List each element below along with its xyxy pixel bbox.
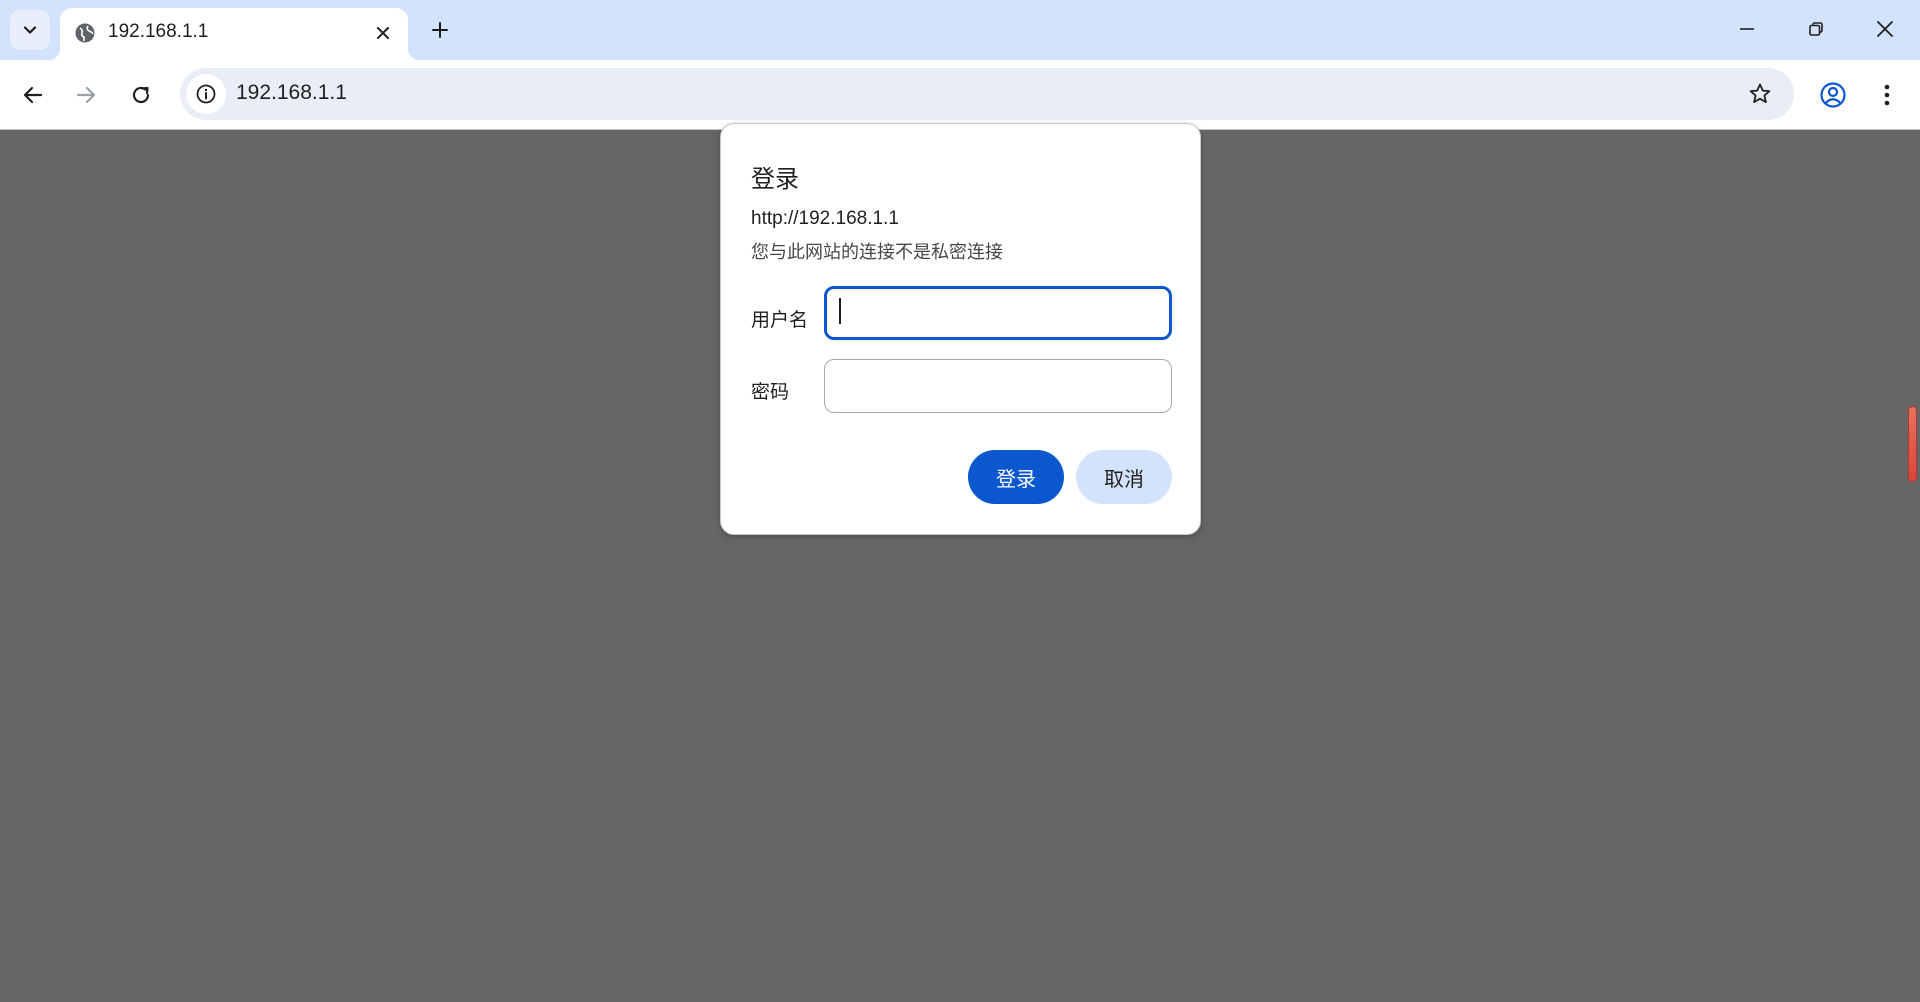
plus-icon [432,22,448,38]
minimize-button[interactable] [1724,8,1770,50]
close-icon [377,27,389,39]
reload-icon [132,86,150,104]
tab-close-button[interactable] [370,20,396,46]
password-input[interactable] [824,359,1172,413]
username-input[interactable] [824,286,1172,340]
text-caret [839,298,841,324]
login-button[interactable]: 登录 [968,450,1064,504]
active-tab[interactable]: 192.168.1.1 [48,8,420,60]
back-button[interactable] [14,76,52,114]
dialog-title: 登录 [751,166,799,193]
close-icon [1877,21,1893,37]
reload-button[interactable] [122,76,160,114]
minimize-icon [1740,28,1754,30]
dialog-origin: http://192.168.1.1 [751,208,899,229]
address-bar[interactable]: 192.168.1.1 [180,68,1794,120]
arrow-left-icon [23,86,43,104]
star-icon [1749,83,1771,103]
tab-title: 192.168.1.1 [108,21,209,42]
cancel-button[interactable]: 取消 [1076,450,1172,504]
menu-button[interactable] [1868,76,1906,114]
info-icon [196,84,216,104]
restore-button[interactable] [1793,8,1839,50]
site-info-button[interactable] [186,74,226,114]
password-label: 密码 [751,382,790,403]
browser-toolbar: 192.168.1.1 [0,60,1920,130]
profile-button[interactable] [1814,76,1852,114]
forward-button[interactable] [67,76,105,114]
globe-icon [75,23,95,43]
bookmark-button[interactable] [1746,80,1774,108]
username-label: 用户名 [751,310,809,331]
address-bar-url: 192.168.1.1 [236,81,347,104]
new-tab-button[interactable] [424,14,456,46]
sign-in-dialog: 登录 http://192.168.1.1 您与此网站的连接不是私密连接 用户名… [720,123,1201,535]
chevron-down-icon [23,26,37,34]
tab-search-button[interactable] [10,10,50,50]
close-window-button[interactable] [1862,8,1908,50]
more-vertical-icon [1884,84,1890,106]
profile-icon [1820,82,1846,108]
tab-strip: 192.168.1.1 [0,0,1920,60]
restore-icon [1809,22,1823,36]
connection-warning: 您与此网站的连接不是私密连接 [751,242,1003,262]
arrow-right-icon [76,86,96,104]
scroll-indicator[interactable] [1908,406,1917,482]
